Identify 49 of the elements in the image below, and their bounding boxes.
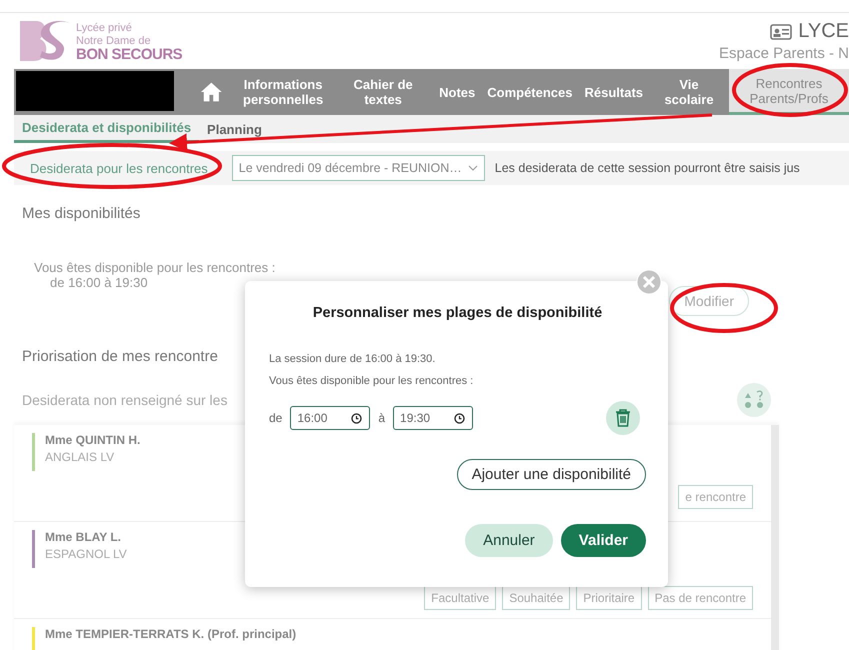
dialog-title: Personnaliser mes plages de disponibilité (312, 305, 604, 321)
section-title: Priorisation de mes rencontre (22, 348, 218, 365)
priority-note: Desiderata non renseigné sur les (22, 392, 228, 408)
logo-text: Notre Dame de (76, 34, 152, 48)
teacher-name: Mme TEMPIER-TERRATS K. (Prof. principal) (45, 627, 296, 641)
cancel-button[interactable]: Annuler (465, 524, 553, 557)
time-field[interactable]: 19:30 (393, 406, 474, 430)
priority-option[interactable]: Souhaitée (502, 586, 570, 610)
confirm-button[interactable]: Valider (560, 524, 646, 557)
availability-text: Vous êtes disponible pour les rencontres : (34, 260, 276, 275)
trash-icon[interactable] (606, 401, 640, 435)
home-icon[interactable] (200, 81, 224, 103)
session-note: Les desiderata de cette session pourront être saisis jus (494, 161, 800, 175)
section-title: Mes disponibilités (22, 205, 140, 222)
priority-option[interactable]: Facultative (424, 586, 496, 610)
nav-tab[interactable]: Résultats (578, 69, 650, 115)
to-label: à (378, 411, 386, 425)
add-availability-button[interactable]: Ajouter une disponibilité (456, 459, 646, 490)
time-field[interactable]: 16:00 (290, 406, 370, 430)
priority-option[interactable]: Prioritaire (576, 586, 642, 610)
nav-tab[interactable]: Informations personnelles (233, 69, 334, 115)
chevron-icon (468, 165, 478, 171)
availability-text: Vous êtes disponible pour les rencontres : (269, 375, 474, 387)
school-name: LYCE (798, 20, 849, 43)
from-label: de (269, 411, 282, 425)
clock-icon (351, 412, 362, 424)
section-label: Desiderata pour les rencontres (30, 160, 208, 176)
logo-text: Lycée privé (76, 22, 133, 34)
teacher-name: Mme BLAY L. (45, 530, 122, 544)
subject-text: ANGLAIS LV (45, 450, 116, 464)
priority-option[interactable]: e rencontre (678, 485, 753, 509)
availability-range: de 16:00 à 19:30 (49, 275, 149, 290)
shapes-question-icon[interactable] (737, 383, 771, 417)
sub-tab[interactable]: Desiderata et disponibilités (14, 115, 200, 143)
nav-tab[interactable]: Notes (433, 69, 482, 115)
space-title: Espace Parents - N (718, 45, 849, 62)
teacher-name: Mme QUINTIN H. (45, 433, 140, 447)
nav-tab[interactable]: Vie scolaire (649, 69, 729, 115)
logo-text: BON SECOURS (76, 48, 182, 60)
session-text: La session dure de 16:00 à 19:30. (269, 353, 436, 365)
session-select[interactable]: Le vendredi 09 décembre - REUNION… (232, 155, 485, 181)
nav-tab[interactable]: Cahier de textes (333, 69, 434, 115)
close-icon[interactable] (636, 269, 662, 295)
subject-text: ESPAGNOL LV (45, 547, 127, 561)
priority-option[interactable]: Pas de rencontre (648, 586, 753, 610)
id-card-icon (770, 24, 792, 40)
sub-tab[interactable]: Planning (199, 115, 270, 143)
nav-tab[interactable]: Compétences (481, 69, 578, 115)
clock-icon (454, 412, 466, 424)
